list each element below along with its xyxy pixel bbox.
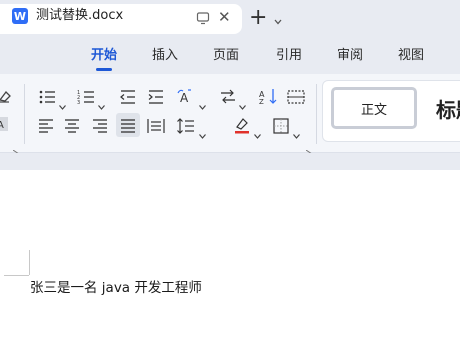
active-tab-indicator <box>96 68 112 71</box>
document-tab-title: 测试替换.docx <box>36 8 124 23</box>
style-normal-option[interactable]: 正文 <box>331 87 417 129</box>
tab-home[interactable]: 开始 <box>91 47 117 65</box>
svg-text:3: 3 <box>77 100 80 106</box>
font-group-launcher-icon[interactable] <box>12 140 21 155</box>
svg-text:A: A <box>0 120 4 131</box>
align-right-icon[interactable] <box>90 117 110 135</box>
decrease-indent-icon[interactable] <box>118 88 138 106</box>
numbered-list-icon[interactable]: 123 <box>77 88 97 106</box>
align-center-icon[interactable] <box>62 117 82 135</box>
align-left-icon[interactable] <box>36 117 56 135</box>
tab-menu-chevron-icon[interactable] <box>273 12 283 25</box>
paragraph-group-launcher-icon[interactable] <box>305 140 314 155</box>
margin-corner-mark <box>29 250 30 275</box>
line-spacing-icon[interactable] <box>176 117 196 135</box>
margin-corner-mark <box>4 275 29 276</box>
text-direction-dropdown-icon[interactable] <box>239 95 246 110</box>
tab-review[interactable]: 审阅 <box>337 47 363 65</box>
align-justify-icon <box>118 117 138 135</box>
chinese-layout-icon[interactable]: A <box>176 87 196 105</box>
tab-page[interactable]: 页面 <box>213 47 239 65</box>
document-body-text[interactable]: 张三是一名 java 开发工程师 <box>30 278 202 298</box>
text-direction-icon[interactable] <box>218 88 238 106</box>
tab-references[interactable]: 引用 <box>276 47 302 65</box>
svg-text:Z: Z <box>259 98 264 105</box>
borders-icon[interactable] <box>271 117 291 135</box>
document-background <box>0 153 460 170</box>
show-hide-marks-icon[interactable] <box>286 88 306 106</box>
clear-format-eraser-icon[interactable] <box>0 87 14 105</box>
svg-text:A: A <box>180 91 189 105</box>
borders-dropdown-icon[interactable] <box>293 124 300 139</box>
ribbon-separator <box>24 84 25 144</box>
sort-icon[interactable]: AZ <box>258 87 278 105</box>
menu-bar: 开始 插入 页面 引用 审阅 视图 <box>0 38 460 74</box>
bullet-list-dropdown-icon[interactable] <box>59 95 66 110</box>
float-window-icon[interactable] <box>196 10 210 25</box>
line-spacing-dropdown-icon[interactable] <box>199 124 206 139</box>
style-heading-option[interactable]: 标题 <box>436 98 460 122</box>
chinese-layout-dropdown-icon[interactable] <box>199 95 206 110</box>
paragraph-shading-icon[interactable] <box>232 116 252 134</box>
bullet-list-icon[interactable] <box>38 88 58 106</box>
close-tab-icon[interactable]: ✕ <box>218 9 231 25</box>
numbered-list-dropdown-icon[interactable] <box>98 95 105 110</box>
writer-logo-icon: W <box>12 8 28 24</box>
paragraph-shading-dropdown-icon[interactable] <box>254 124 261 139</box>
new-tab-plus-icon[interactable]: + <box>249 5 267 31</box>
tab-insert[interactable]: 插入 <box>152 47 178 65</box>
distributed-align-icon[interactable] <box>146 117 166 135</box>
document-page[interactable] <box>0 170 460 364</box>
ribbon-separator <box>316 84 317 144</box>
char-shading-icon[interactable]: A <box>0 116 10 132</box>
increase-indent-icon[interactable] <box>146 88 166 106</box>
tab-view[interactable]: 视图 <box>398 47 424 65</box>
